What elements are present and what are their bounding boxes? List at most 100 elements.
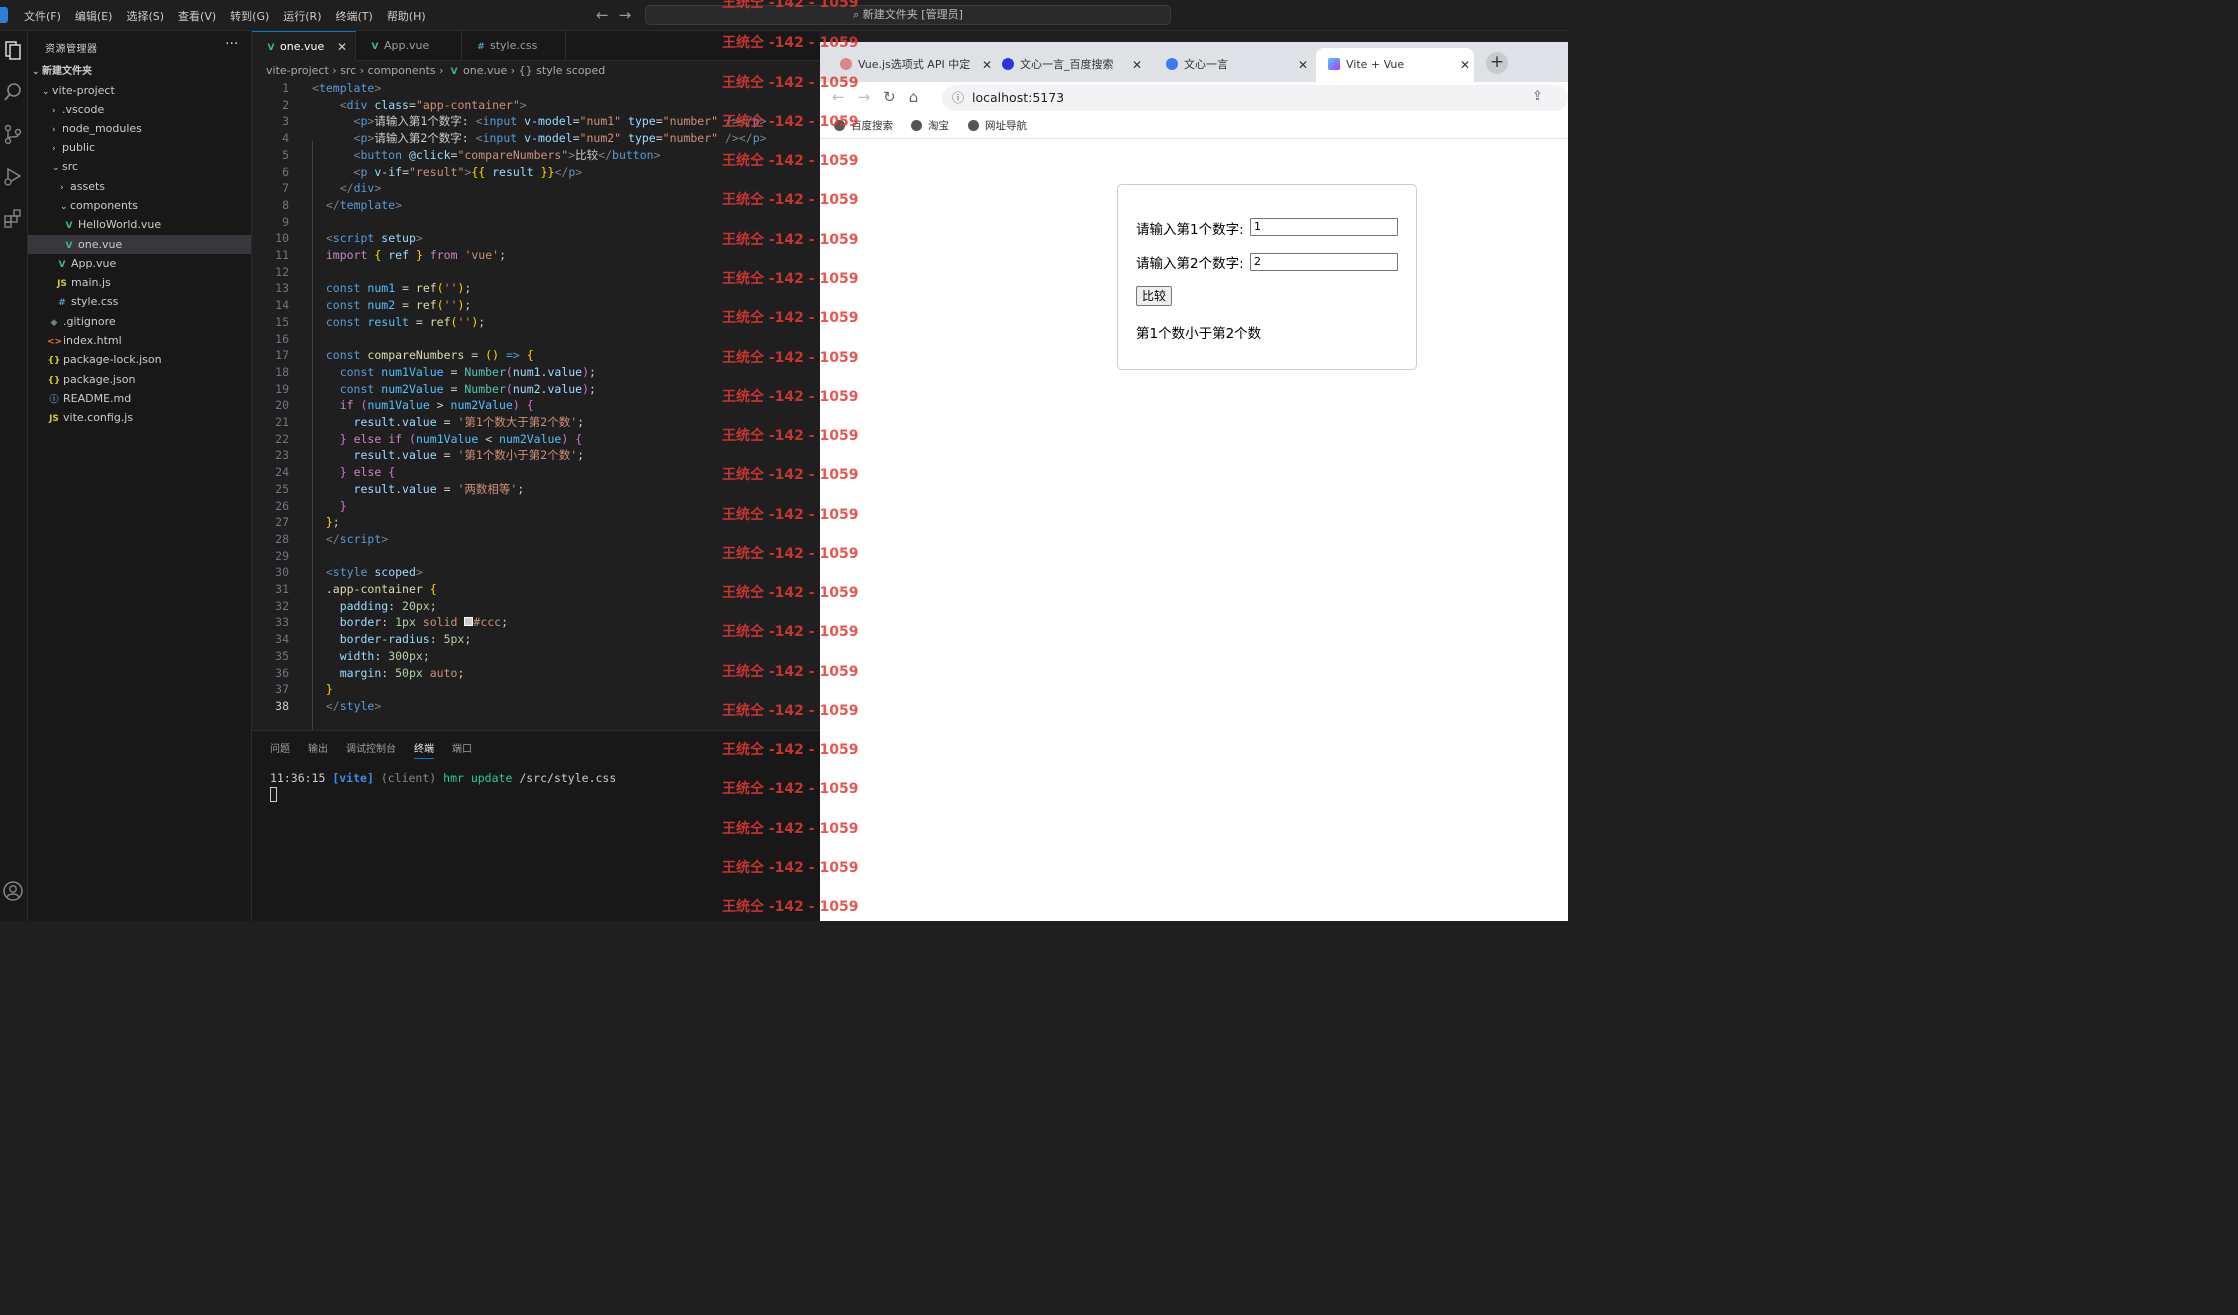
code-line: } else if (num1Value < num2Value) { (339, 431, 583, 446)
tree-item-vite-project[interactable]: ⌄ vite-project (28, 81, 251, 100)
menu-edit[interactable]: 编辑(E) (75, 8, 113, 24)
line-number: 15 (275, 314, 289, 329)
tree-item-app-vue[interactable]: V App.vue (28, 254, 251, 273)
home-icon[interactable]: ⌂ (909, 88, 919, 106)
menu-file[interactable]: 文件(F) (24, 8, 61, 24)
extensions-icon[interactable] (2, 207, 24, 229)
line-number: 18 (275, 364, 289, 379)
menu-terminal[interactable]: 终端(T) (336, 8, 373, 24)
watermark-text: 王统仝 -142 - 1059 (722, 467, 859, 483)
tab-problems[interactable]: 问题 (270, 740, 290, 759)
menu-selection[interactable]: 选择(S) (126, 8, 164, 24)
terminal-cursor (270, 787, 277, 802)
tree-item-label: README.md (63, 392, 132, 405)
browser-tab-vite-vue[interactable]: Vite + Vue ✕ (1316, 48, 1474, 82)
tab-app-vue[interactable]: V App.vue (356, 31, 462, 61)
num2-input[interactable]: 2 (1250, 253, 1398, 271)
watermark-text: 王统仝 -142 - 1059 (722, 899, 859, 915)
compare-button[interactable]: 比较 (1136, 286, 1173, 306)
tree-item-node-modules[interactable]: › node_modules (28, 119, 251, 138)
tree-item-package-json[interactable]: {} package.json (28, 370, 251, 389)
browser-window: Vue.js选项式 API 中定 ✕ 文心一言_百度搜索 ✕ 文心一言 ✕ Vite … (820, 42, 1568, 921)
breadcrumb-item[interactable]: one.vue (463, 64, 507, 77)
tab-one-vue[interactable]: Vone.vue ✕ (252, 31, 356, 61)
code-line: border: 1px solid #ccc; (339, 615, 509, 630)
line-number: 38 (275, 698, 289, 713)
new-tab-button[interactable]: + (1486, 52, 1508, 74)
avatar-favicon-icon (840, 58, 852, 70)
code-line: } (339, 498, 347, 513)
tree-item-package-lock-json[interactable]: {} package-lock.json (28, 350, 251, 369)
close-icon[interactable]: ✕ (337, 32, 347, 62)
accounts-icon[interactable] (2, 880, 24, 902)
site-info-icon[interactable]: ⓘ (952, 89, 964, 106)
tree-item-vite-config-js[interactable]: JS vite.config.js (28, 408, 251, 427)
watermark-text: 王统仝 -142 - 1059 (722, 664, 859, 680)
more-actions-icon[interactable]: ··· (225, 36, 238, 52)
close-icon[interactable]: ✕ (1132, 48, 1142, 82)
tree-item-main-js[interactable]: JS main.js (28, 273, 251, 292)
tree-item-index-html[interactable]: <>index.html (28, 331, 251, 350)
tab-label: one.vue (280, 40, 325, 53)
menu-view[interactable]: 查看(V) (178, 8, 216, 24)
forward-arrow-icon[interactable]: → (619, 6, 632, 24)
breadcrumb-item[interactable]: components (368, 64, 436, 77)
explorer-icon[interactable] (2, 39, 24, 61)
close-icon[interactable]: ✕ (982, 48, 992, 82)
menu-run[interactable]: 运行(R) (283, 8, 321, 24)
breadcrumb-item[interactable]: src (340, 64, 356, 77)
num1-input[interactable]: 1 (1250, 218, 1398, 236)
line-number: 2 (282, 97, 289, 112)
browser-tab-wenxin[interactable]: 文心一言 ✕ (1158, 48, 1308, 82)
tab-style-css[interactable]: # style.css (462, 31, 566, 61)
tree-item-components[interactable]: ⌄ components (28, 196, 251, 215)
menu-bar: 文件(F) 编辑(E) 选择(S) 查看(V) 转到(G) 运行(R) 终端(T… (24, 8, 426, 24)
tree-item-vscode[interactable]: › .vscode (28, 100, 251, 119)
command-center-label: 新建文件夹 [管理员] (862, 8, 963, 21)
tree-item-workspace[interactable]: ⌄ 新建文件夹 (28, 62, 251, 81)
tree-item-label: HelloWorld.vue (78, 218, 162, 231)
code-line: const num1Value = Number(num1.value); (339, 364, 596, 379)
chevron-right-icon: › (510, 64, 519, 77)
line-number: 33 (275, 615, 289, 630)
tree-item-helloworld-vue[interactable]: V HelloWorld.vue (28, 215, 251, 234)
vscode-logo-icon (0, 7, 8, 23)
tree-item-one-vue[interactable]: Vone.vue (28, 235, 251, 254)
source-control-icon[interactable] (2, 123, 24, 145)
search-icon[interactable] (2, 81, 24, 103)
tab-ports[interactable]: 端口 (452, 740, 472, 759)
line-number: 10 (275, 231, 289, 246)
close-icon[interactable]: ✕ (1460, 48, 1470, 82)
share-icon[interactable]: ⇪ (1532, 89, 1543, 104)
tab-output[interactable]: 输出 (308, 740, 328, 759)
run-debug-icon[interactable] (2, 165, 24, 187)
code-editor[interactable]: 1 <template> 2 <div class="app-container"… (252, 80, 820, 791)
page-viewport: 请输入第1个数字: 1 请输入第2个数字: 2 比较 第1个数小于第2个数 (820, 139, 1568, 921)
terminal-output[interactable]: 11:36:15 [vite] (client) hmr update /src… (270, 771, 616, 785)
code-line: const num2 = ref(''); (325, 298, 472, 313)
menu-go[interactable]: 转到(G) (230, 8, 269, 24)
watermark-text: 王统仝 -142 - 1059 (722, 781, 859, 797)
tree-item-style-css[interactable]: # style.css (28, 292, 251, 311)
forward-arrow-icon[interactable]: → (858, 88, 871, 106)
close-icon[interactable]: ✕ (1298, 48, 1308, 82)
watermark-text: 王统仝 -142 - 1059 (722, 821, 859, 837)
tab-debug-console[interactable]: 调试控制台 (346, 740, 396, 759)
tree-item-gitignore[interactable]: ◆ .gitignore (28, 312, 251, 331)
breadcrumb-item[interactable]: {} style scoped (519, 64, 606, 77)
tab-terminal[interactable]: 终端 (414, 740, 434, 759)
bookmark-nav[interactable]: 网址导航 (968, 118, 1027, 133)
tree-item-assets[interactable]: › assets (28, 177, 251, 196)
breadcrumb-item[interactable]: vite-project (266, 64, 329, 77)
tree-item-src[interactable]: ⌄ src (28, 157, 251, 176)
tree-item-public[interactable]: › public (28, 138, 251, 157)
bookmark-taobao[interactable]: 淘宝 (911, 118, 949, 133)
menu-help[interactable]: 帮助(H) (387, 8, 426, 24)
watermark-text: 王统仝 -142 - 1059 (722, 585, 859, 601)
address-bar[interactable]: ⓘ localhost:5173 ⇪ (942, 85, 1568, 111)
browser-tab-baidu-search[interactable]: 文心一言_百度搜索 ✕ (994, 48, 1142, 82)
back-arrow-icon[interactable]: ← (596, 6, 609, 24)
wenxin-logo-icon (1166, 58, 1178, 70)
reload-icon[interactable]: ↻ (883, 88, 896, 106)
tree-item-readme-md[interactable]: ⓘ README.md (28, 389, 251, 408)
